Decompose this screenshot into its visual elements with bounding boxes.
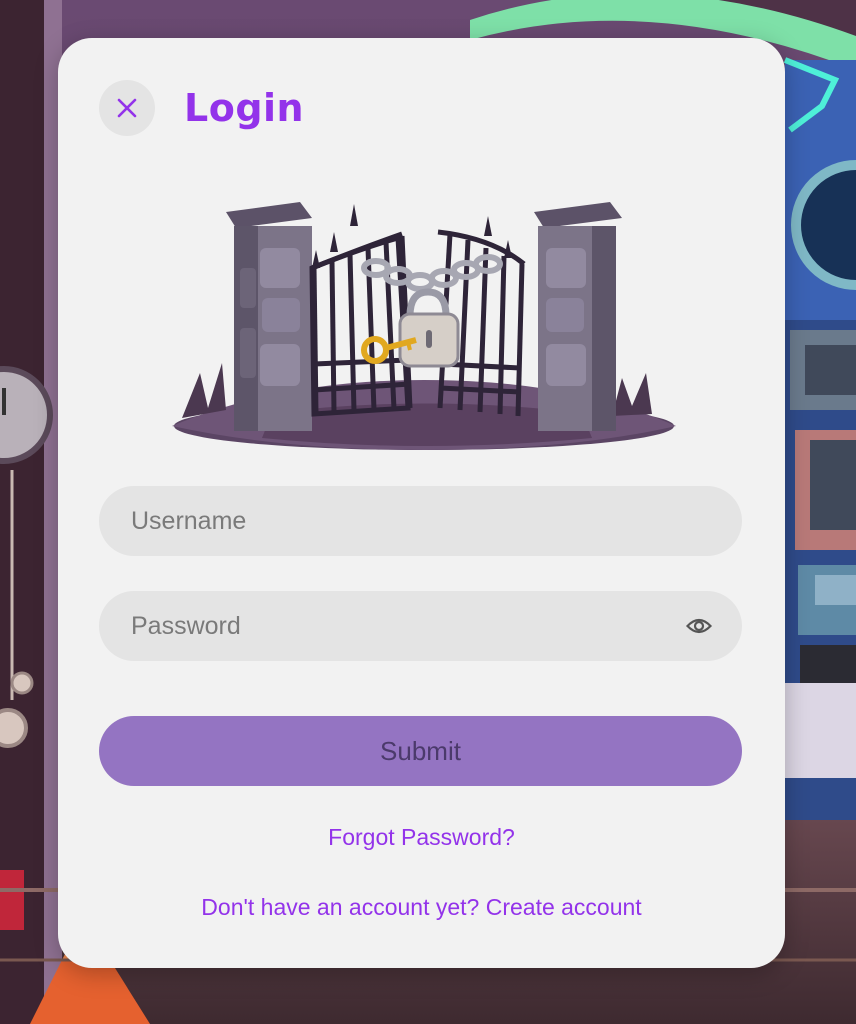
password-field-container [99,591,742,661]
locked-gate-illustration [172,202,676,450]
modal-title: Login [184,86,305,130]
username-input[interactable] [99,486,742,556]
app-screen: Login Username Submit Forgot Password? D… [0,0,856,1024]
close-icon [117,98,137,118]
signup-prompt: Don't have an account yet? Create accoun… [58,894,785,921]
login-modal: Login Username Submit Forgot Password? D… [58,38,785,968]
password-input[interactable] [99,591,742,661]
eye-icon [686,618,712,634]
toggle-password-visibility-button[interactable] [684,612,714,640]
create-account-link[interactable]: Create account [486,894,642,920]
no-account-text: Don't have an account yet? [201,894,480,920]
username-field-container [99,486,742,556]
close-button[interactable] [99,80,155,136]
submit-button[interactable]: Submit [99,716,742,786]
forgot-password-link[interactable]: Forgot Password? [58,824,785,851]
